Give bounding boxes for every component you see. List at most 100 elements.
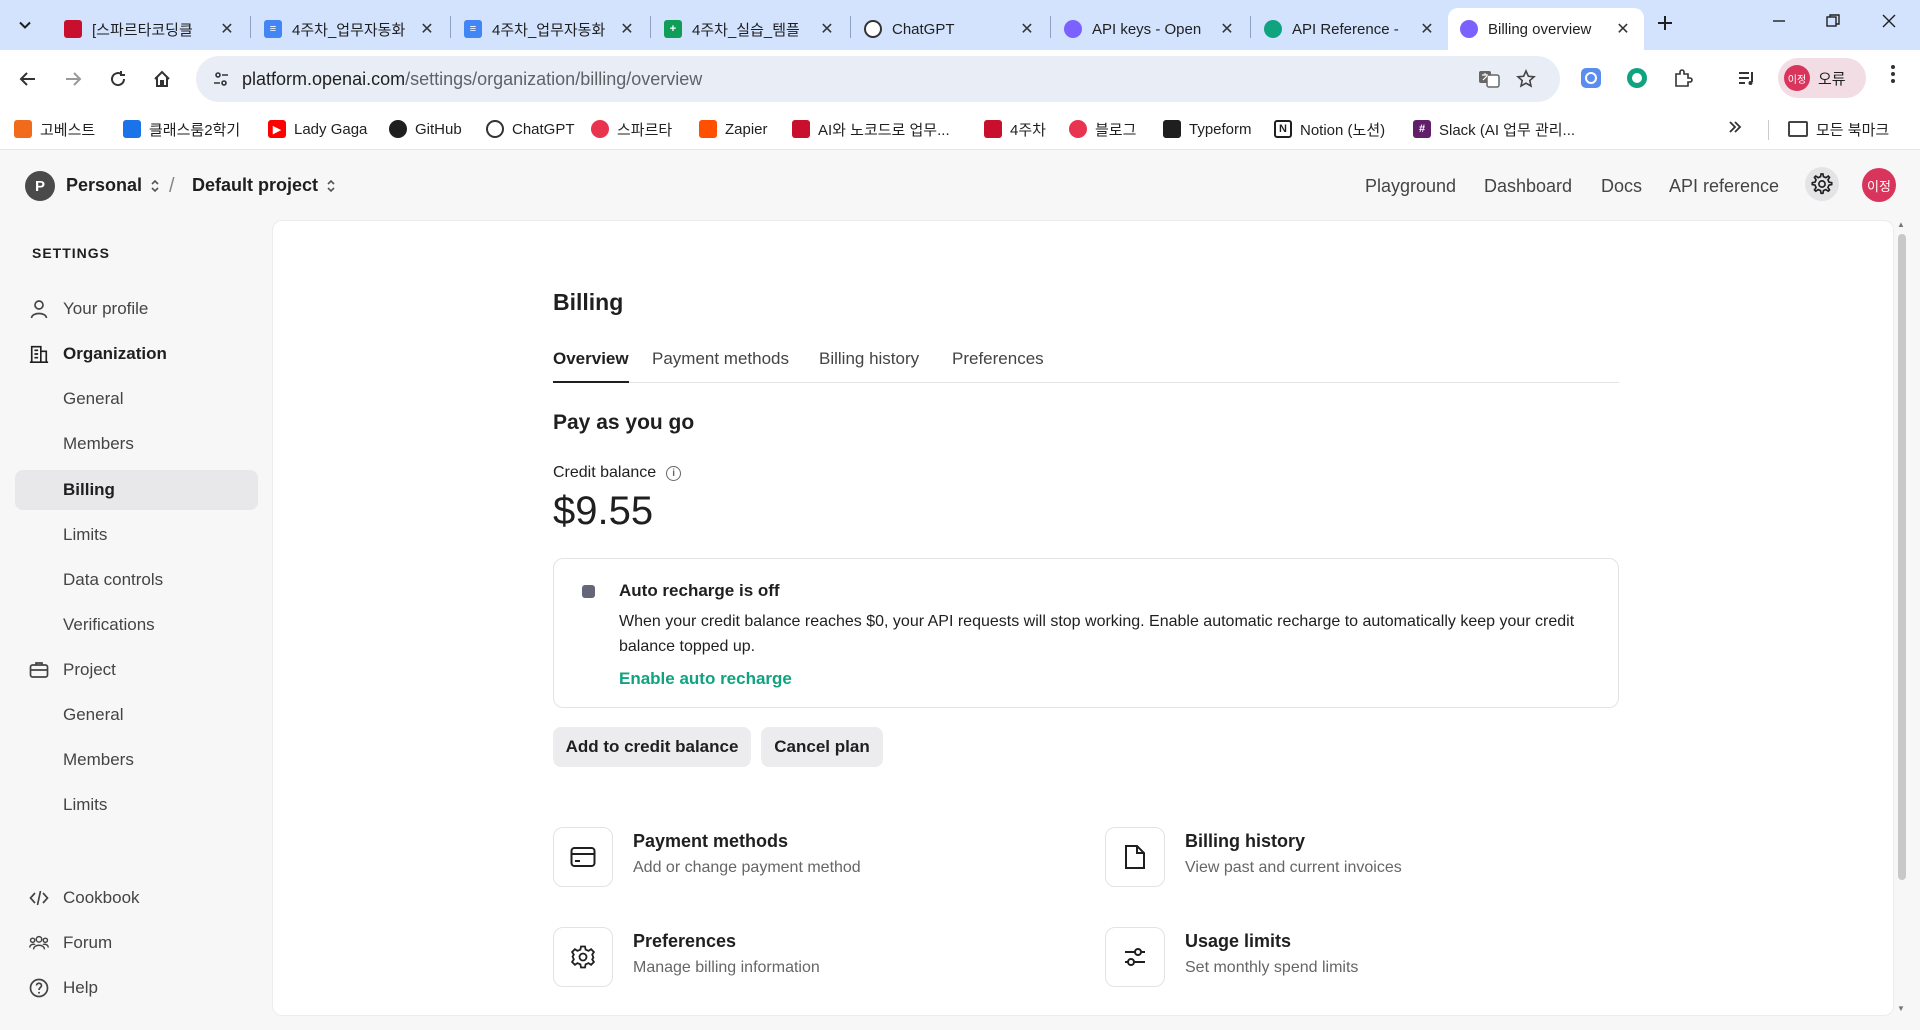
bookmark-item[interactable]: 4주차 xyxy=(984,116,1046,142)
info-icon[interactable]: i xyxy=(666,465,682,481)
address-bar[interactable]: platform.openai.com/settings/organizatio… xyxy=(196,56,1560,102)
reload-button[interactable] xyxy=(100,61,136,97)
sidebar-item-cookbook[interactable]: Cookbook xyxy=(15,878,258,918)
scroll-down-arrow-icon[interactable]: ▼ xyxy=(1897,1004,1905,1013)
sidebar-item-data-controls[interactable]: Data controls xyxy=(15,560,258,600)
cancel-plan-button[interactable]: Cancel plan xyxy=(761,727,883,767)
sidebar-item-help[interactable]: Help xyxy=(15,968,258,1008)
bookmark-item[interactable]: ▶ Lady Gaga xyxy=(268,116,367,142)
bookmark-item[interactable]: # Slack (AI 업무 관리... xyxy=(1413,116,1575,142)
sidebar-item-project[interactable]: Project xyxy=(15,650,258,690)
browser-tab[interactable]: + 4주차_실습_템플 ✕ xyxy=(652,8,848,50)
browser-menu-button[interactable] xyxy=(1878,63,1908,93)
close-icon[interactable]: ✕ xyxy=(818,19,836,39)
tab-billing-history[interactable]: Billing history xyxy=(819,349,919,383)
all-bookmarks-folder[interactable]: 모든 북마크 xyxy=(1788,116,1889,142)
scrollbar-thumb[interactable] xyxy=(1898,234,1906,880)
bookmark-item[interactable]: 고베스트 xyxy=(14,116,95,142)
enable-auto-recharge-link[interactable]: Enable auto recharge xyxy=(619,669,792,689)
sidebar-item-org-general[interactable]: General xyxy=(15,379,258,419)
media-control-icon[interactable] xyxy=(1732,63,1762,93)
people-icon xyxy=(29,933,49,953)
card-title: Payment methods xyxy=(633,831,789,851)
tab-search-button[interactable] xyxy=(8,8,42,42)
bookmark-item[interactable]: 클래스룸2학기 xyxy=(123,116,240,142)
bookmark-item[interactable]: ChatGPT xyxy=(486,116,575,142)
tab-separator xyxy=(1050,16,1051,38)
bookmark-item[interactable]: GitHub xyxy=(389,116,462,142)
sidebar-item-forum[interactable]: Forum xyxy=(15,923,258,963)
sidebar-item-project-general[interactable]: General xyxy=(15,695,258,735)
sidebar-item-project-members[interactable]: Members xyxy=(15,740,258,780)
sidebar-item-label: Project xyxy=(63,660,116,679)
browser-tab[interactable]: [스파르타코딩클 ✕ xyxy=(52,8,248,50)
nav-link-docs[interactable]: Docs xyxy=(1601,176,1642,197)
browser-tab[interactable]: API keys - Open ✕ xyxy=(1052,8,1248,50)
bookmark-item[interactable]: N Notion (노션) xyxy=(1274,116,1385,142)
close-icon[interactable]: ✕ xyxy=(218,19,236,39)
sidebar-item-project-limits[interactable]: Limits xyxy=(15,785,258,825)
project-switcher[interactable]: Default project xyxy=(192,175,336,196)
close-icon[interactable]: ✕ xyxy=(1218,19,1236,39)
close-icon[interactable]: ✕ xyxy=(418,19,436,39)
media-glyph xyxy=(1739,72,1753,85)
browser-tabstrip: [스파르타코딩클 ✕ ≡ 4주차_업무자동화 ✕ ≡ 4주차_업무자동화 ✕ +… xyxy=(0,0,1920,50)
nav-link-playground[interactable]: Playground xyxy=(1365,176,1456,197)
extension-openai-icon[interactable] xyxy=(1576,63,1606,93)
tab-payment-methods[interactable]: Payment methods xyxy=(652,349,789,383)
extension-chat-icon[interactable] xyxy=(1622,63,1652,93)
close-icon[interactable]: ✕ xyxy=(618,19,636,39)
ext-glyph xyxy=(1581,68,1601,88)
org-switcher[interactable]: Personal xyxy=(66,175,160,196)
bookmark-item[interactable]: Zapier xyxy=(699,116,768,142)
close-icon[interactable]: ✕ xyxy=(1614,19,1632,39)
bookmark-item[interactable]: 스파르타 xyxy=(591,116,672,142)
org-avatar[interactable]: P xyxy=(25,171,55,201)
bookmark-item[interactable]: 블로그 xyxy=(1069,116,1136,142)
profile-chip[interactable]: 이정 오류 xyxy=(1778,58,1866,98)
sidebar-item-verifications[interactable]: Verifications xyxy=(15,605,258,645)
translate-icon[interactable] xyxy=(1476,66,1502,92)
tab-preferences[interactable]: Preferences xyxy=(952,349,1044,383)
add-to-credit-balance-button[interactable]: Add to credit balance xyxy=(553,727,751,767)
scroll-up-arrow-icon[interactable]: ▲ xyxy=(1897,220,1905,229)
sidebar-item-your-profile[interactable]: Your profile xyxy=(15,289,258,329)
sidebar-item-billing[interactable]: Billing xyxy=(15,470,258,510)
nav-link-dashboard[interactable]: Dashboard xyxy=(1484,176,1572,197)
extensions-puzzle-icon[interactable] xyxy=(1668,63,1698,93)
user-avatar[interactable]: 이정 xyxy=(1862,168,1896,202)
close-icon[interactable]: ✕ xyxy=(1018,19,1036,39)
preferences-card[interactable]: Preferences Manage billing information xyxy=(553,927,1033,989)
close-icon[interactable]: ✕ xyxy=(1418,19,1436,39)
billing-history-card[interactable]: Billing history View past and current in… xyxy=(1105,827,1585,889)
browser-tab[interactable]: ≡ 4주차_업무자동화 ✕ xyxy=(252,8,448,50)
bookmark-label: Notion (노션) xyxy=(1300,121,1386,139)
restore-button[interactable] xyxy=(1810,8,1856,40)
forward-button[interactable] xyxy=(55,61,91,97)
browser-tab-active[interactable]: Billing overview ✕ xyxy=(1448,8,1644,50)
payment-methods-card[interactable]: Payment methods Add or change payment me… xyxy=(553,827,1033,889)
home-button[interactable] xyxy=(144,61,180,97)
sidebar-item-org-limits[interactable]: Limits xyxy=(15,515,258,555)
back-button[interactable] xyxy=(10,61,46,97)
nav-link-api-reference[interactable]: API reference xyxy=(1669,176,1779,197)
minimize-button[interactable] xyxy=(1756,8,1802,40)
bookmark-item[interactable]: AI와 노코드로 업무... xyxy=(792,116,950,142)
bookmark-label: Zapier xyxy=(725,120,768,138)
settings-button[interactable] xyxy=(1805,167,1839,201)
browser-tab[interactable]: ChatGPT ✕ xyxy=(852,8,1048,50)
new-tab-button[interactable] xyxy=(1650,10,1680,40)
browser-tab[interactable]: API Reference - ✕ xyxy=(1252,8,1448,50)
browser-tab[interactable]: ≡ 4주차_업무자동화 ✕ xyxy=(452,8,648,50)
main-scrollbar[interactable]: ▲ ▼ xyxy=(1894,220,1910,1016)
bookmark-star-icon[interactable] xyxy=(1513,66,1539,92)
tab-overview[interactable]: Overview xyxy=(553,349,629,383)
window-close-button[interactable] xyxy=(1866,8,1912,40)
sidebar-item-label: Data controls xyxy=(63,570,164,589)
bookmarks-overflow-button[interactable] xyxy=(1728,120,1742,139)
site-info-button[interactable] xyxy=(206,64,236,94)
sidebar-item-organization[interactable]: Organization xyxy=(15,334,258,374)
sidebar-item-org-members[interactable]: Members xyxy=(15,424,258,464)
usage-limits-card[interactable]: Usage limits Set monthly spend limits xyxy=(1105,927,1585,989)
bookmark-item[interactable]: Typeform xyxy=(1163,116,1252,142)
